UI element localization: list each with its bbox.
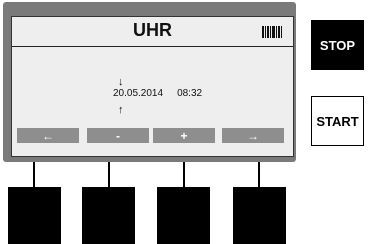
softkey-plus[interactable]: + — [153, 128, 215, 143]
start-button[interactable]: START — [311, 96, 364, 146]
lcd-screen: UHR ↓ 20.05.2014 08:32 ↑ ← - + → — [11, 16, 294, 157]
hardware-key-3[interactable] — [157, 187, 210, 244]
softkey-bar: ← - + → — [12, 128, 293, 143]
time-value: 08:32 — [177, 88, 203, 99]
key-connector — [258, 162, 260, 188]
cursor-up-arrow-icon: ↑ — [118, 104, 124, 116]
page-title: UHR — [133, 20, 172, 40]
device-display-frame: UHR ↓ 20.05.2014 08:32 ↑ ← - + → — [3, 2, 296, 162]
softkey-left[interactable]: ← — [17, 128, 79, 143]
key-connector — [108, 162, 110, 188]
barcode-icon — [262, 26, 283, 38]
key-connector — [183, 162, 185, 188]
hardware-key-4[interactable] — [233, 187, 286, 244]
datetime-value: 20.05.2014 08:32 — [113, 88, 202, 99]
softkey-right[interactable]: → — [222, 128, 284, 143]
hardware-key-2[interactable] — [82, 187, 135, 244]
date-value: 20.05.2014 — [113, 88, 164, 99]
hardware-key-1[interactable] — [8, 187, 61, 244]
key-connector — [33, 162, 35, 188]
softkey-minus[interactable]: - — [87, 128, 149, 143]
title-divider — [12, 46, 293, 47]
stop-button[interactable]: STOP — [311, 20, 364, 70]
cursor-down-arrow-icon: ↓ — [118, 76, 124, 88]
